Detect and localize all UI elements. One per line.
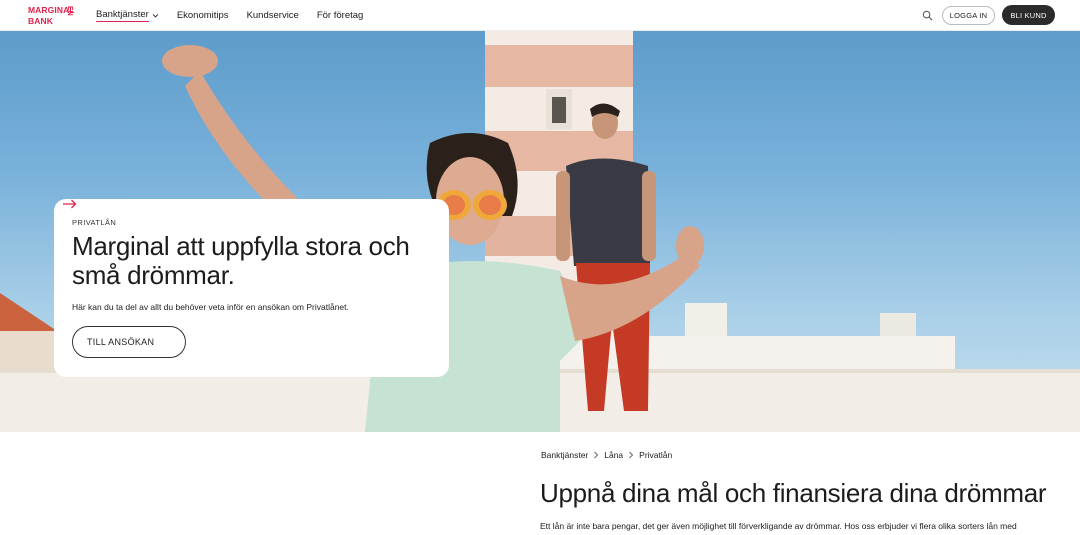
hero-kicker: PRIVATLÅN (72, 218, 117, 227)
chevron-right-icon (594, 451, 599, 459)
nav-item-label: Kundservice (246, 10, 299, 21)
apply-button-label: TILL ANSÖKAN (87, 337, 155, 347)
hero-title: Marginal att uppfylla stora och små dröm… (72, 231, 410, 290)
page-title: Uppnå dina mål och finansiera dina drömm… (540, 478, 1047, 508)
nav-item-kundservice[interactable]: Kundservice (247, 10, 299, 21)
apply-button[interactable]: TILL ANSÖKAN (63, 199, 186, 358)
brand-logo-line2: BANK (28, 16, 53, 26)
nav-item-label: Ekonomitips (176, 10, 229, 21)
brand-logo[interactable]: MARGINAL BANK EN (28, 5, 76, 27)
chevron-right-icon (629, 451, 634, 459)
breadcrumb-item[interactable]: Banktjänster (541, 450, 588, 460)
nav-item-label: För företag (316, 10, 364, 21)
login-button[interactable]: LOGGA IN (942, 6, 995, 25)
brand-logo-suffix: EN (66, 6, 73, 16)
nav-item-for-foretag[interactable]: För företag (317, 10, 363, 21)
intro-text: Ett lån är inte bara pengar, det ger äve… (540, 521, 1017, 531)
breadcrumb-item[interactable]: Låna (604, 450, 623, 460)
nav-item-banktjanster[interactable]: Banktjänster (96, 9, 159, 22)
breadcrumb: Banktjänster Låna Privatlån (541, 450, 672, 460)
breadcrumb-item-current: Privatlån (639, 450, 673, 460)
hero-card: PRIVATLÅN Marginal att uppfylla stora oc… (54, 199, 449, 377)
site-header: MARGINAL BANK EN Banktjänster Ekonomitip… (0, 0, 1080, 31)
nav-item-label: Banktjänster (96, 9, 149, 22)
become-customer-button[interactable]: BLI KUND (1002, 5, 1055, 25)
arrow-right-icon (63, 199, 77, 209)
search-icon[interactable] (922, 10, 933, 21)
nav-item-ekonomitips[interactable]: Ekonomitips (177, 10, 229, 21)
main-nav: Banktjänster Ekonomitips Kundservice För… (96, 0, 381, 31)
hero-lead: Här kan du ta del av allt du behöver vet… (72, 302, 349, 312)
hero-banner: PRIVATLÅN Marginal att uppfylla stora oc… (0, 31, 1080, 432)
chevron-down-icon (152, 14, 159, 18)
